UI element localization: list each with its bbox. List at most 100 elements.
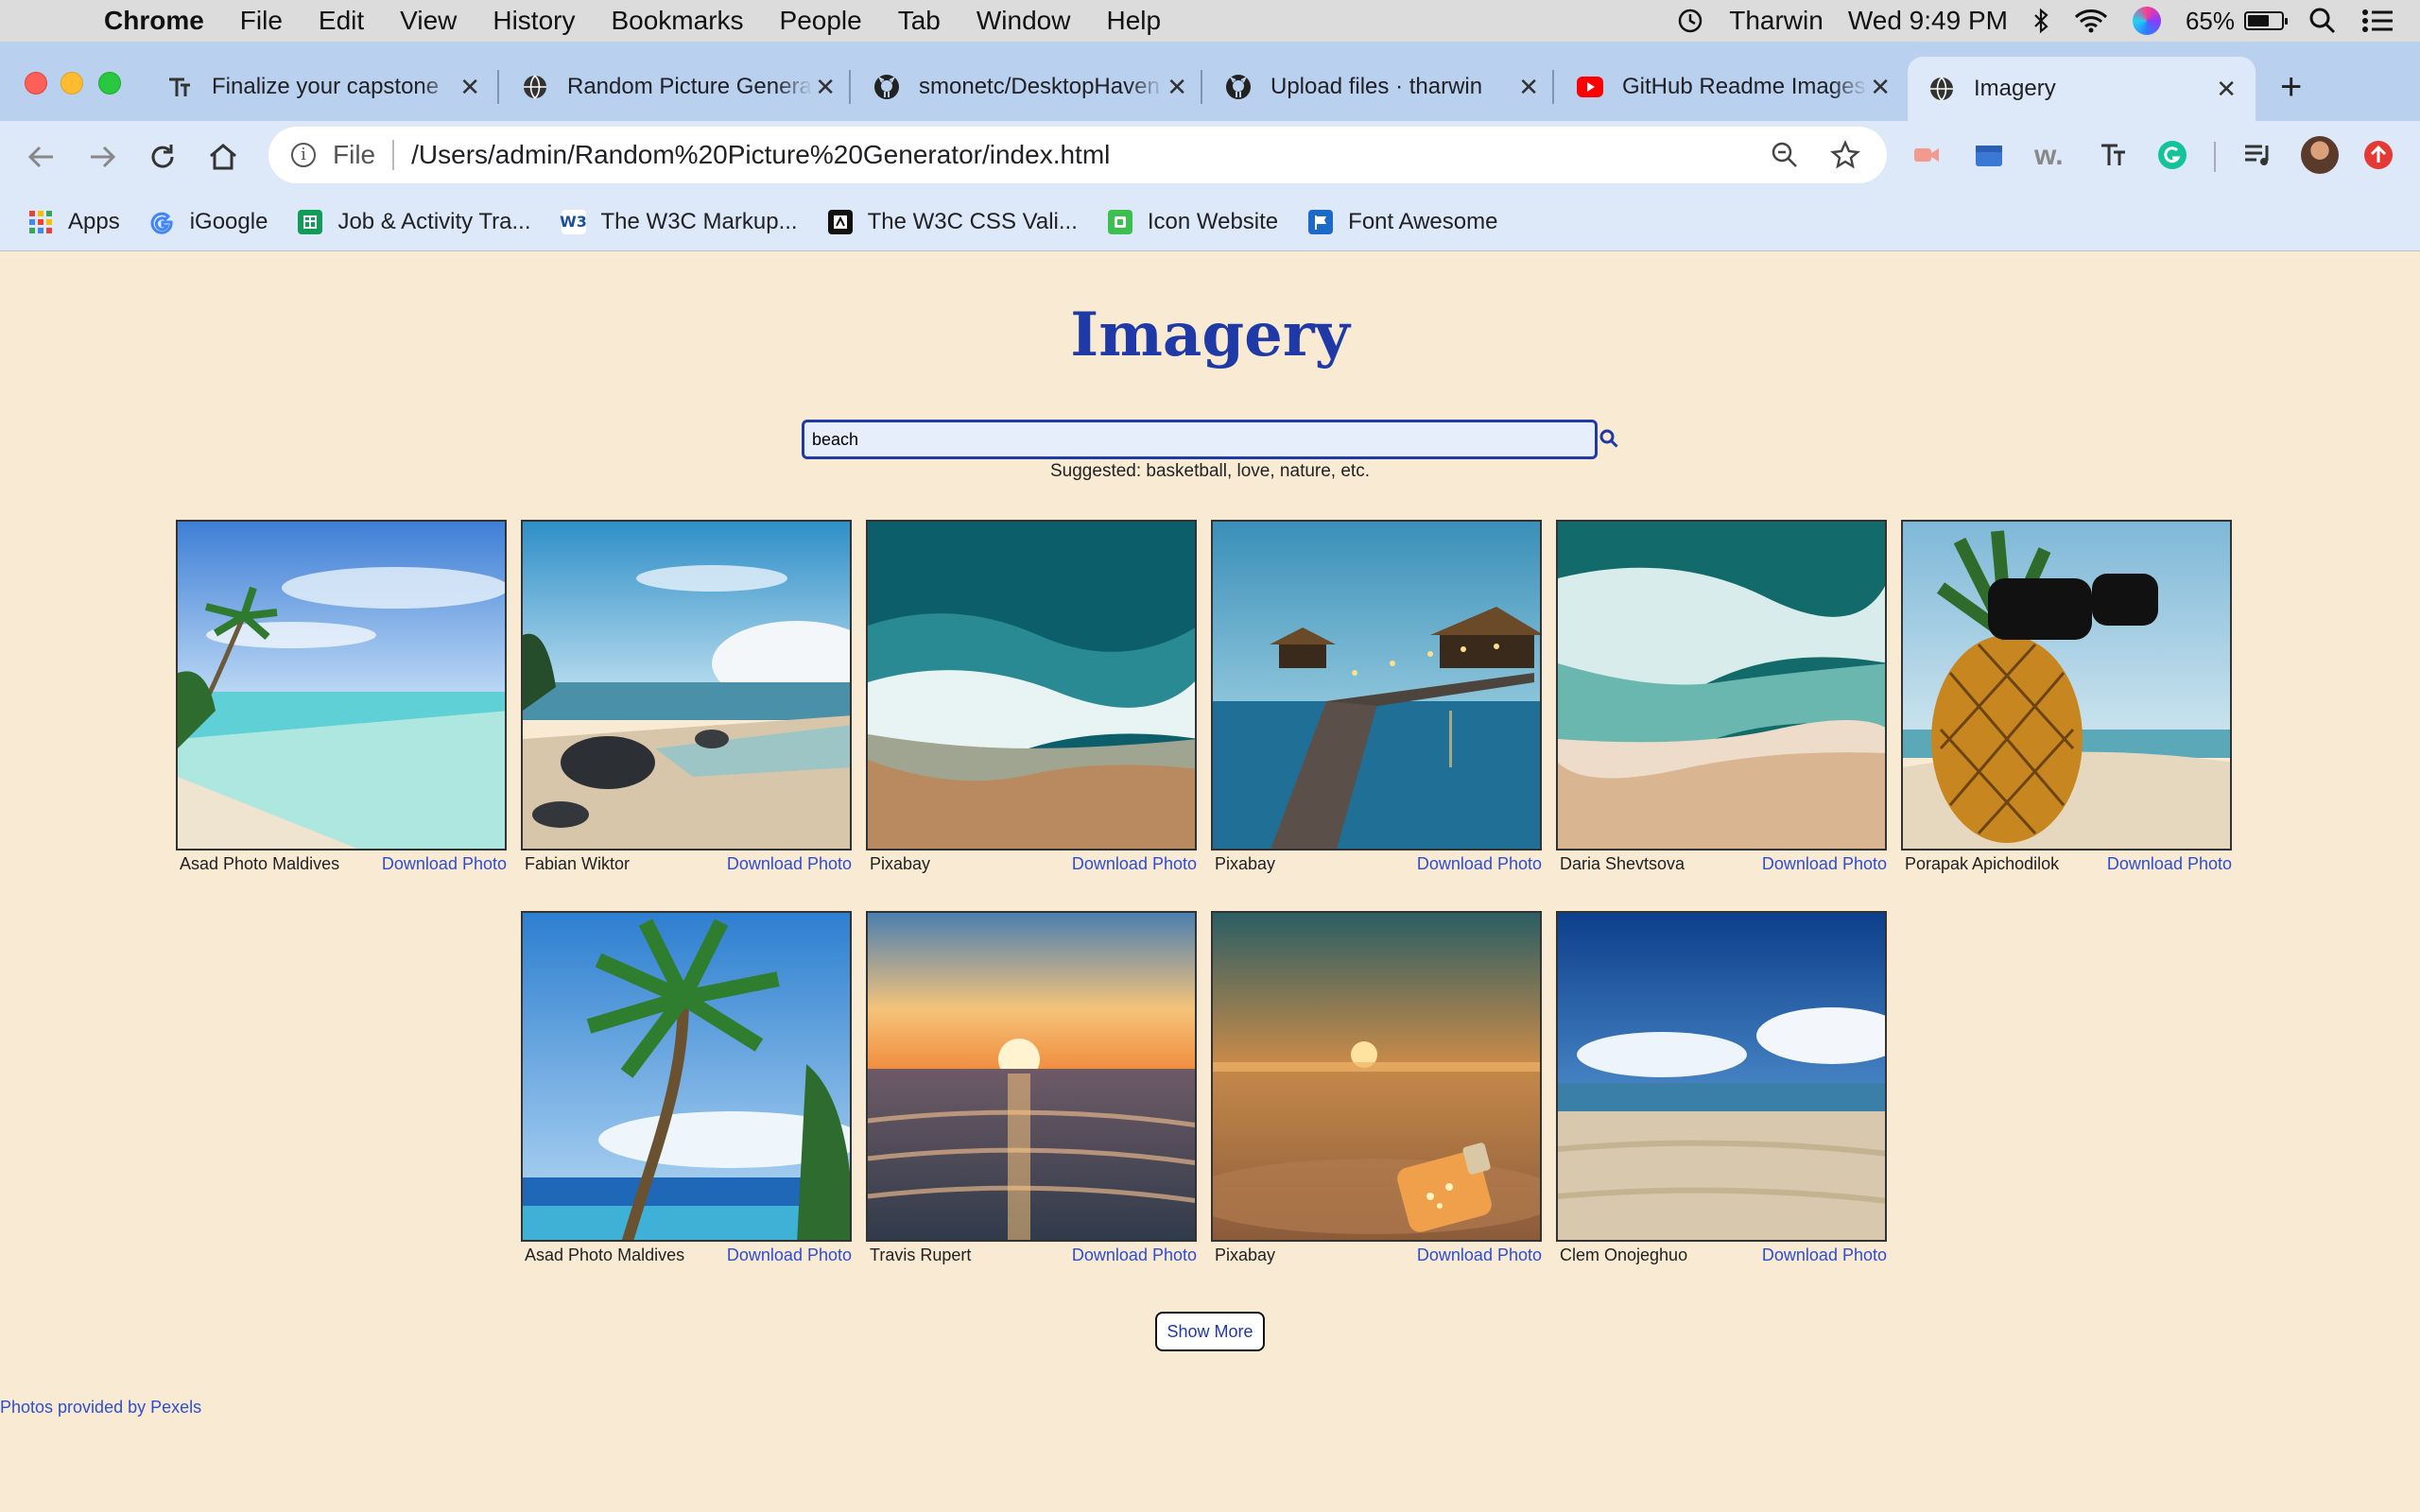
- toolbar-divider: [2214, 142, 2216, 172]
- menu-bookmarks[interactable]: Bookmarks: [611, 6, 743, 36]
- bookmark-w3c-markup[interactable]: W3 The W3C Markup...: [560, 209, 798, 235]
- photo-caption: Pixabay Download Photo: [1211, 1246, 1542, 1265]
- menu-file[interactable]: File: [240, 6, 283, 36]
- close-window-button[interactable]: [25, 72, 47, 94]
- menu-edit[interactable]: Edit: [319, 6, 364, 36]
- photo-card: Travis Rupert Download Photo: [866, 911, 1197, 1265]
- time-machine-icon[interactable]: [1676, 7, 1704, 35]
- photo-caption: Clem Onojeghuo Download Photo: [1556, 1246, 1887, 1265]
- photo-caption: Pixabay Download Photo: [866, 854, 1197, 874]
- tab-title: Finalize your capstone: [212, 74, 440, 99]
- menu-history[interactable]: History: [493, 6, 575, 36]
- zoom-window-button[interactable]: [98, 72, 121, 94]
- bookmark-job-activity-tracker[interactable]: Job & Activity Tra...: [298, 209, 531, 235]
- close-tab-icon[interactable]: ✕: [459, 73, 480, 102]
- download-photo-link[interactable]: Download Photo: [1072, 1246, 1197, 1265]
- show-more-button[interactable]: Show More: [1155, 1312, 1265, 1351]
- photo-tropical-shore[interactable]: [176, 520, 507, 850]
- google-icon: [150, 210, 175, 234]
- download-photo-link[interactable]: Download Photo: [382, 854, 507, 874]
- photo-aerial-surf[interactable]: [1556, 520, 1887, 850]
- tab-finalize-capstone[interactable]: Finalize your capstone ✕: [166, 57, 499, 117]
- control-center-icon[interactable]: [2361, 8, 2395, 34]
- address-bar[interactable]: i File /Users/admin/Random%20Picture%20G…: [268, 127, 1887, 183]
- menu-window[interactable]: Window: [977, 6, 1071, 36]
- url-text[interactable]: /Users/admin/Random%20Picture%20Generato…: [411, 140, 1110, 170]
- site-info-icon[interactable]: i: [291, 143, 316, 167]
- close-tab-icon[interactable]: ✕: [1167, 73, 1187, 102]
- download-photo-link[interactable]: Download Photo: [1762, 854, 1887, 874]
- download-photo-link[interactable]: Download Photo: [2107, 854, 2232, 874]
- siri-icon[interactable]: [2132, 7, 2161, 35]
- download-photo-link[interactable]: Download Photo: [1417, 854, 1542, 874]
- bookmark-icon-website[interactable]: Icon Website: [1107, 209, 1278, 235]
- photo-rocky-beach[interactable]: [521, 520, 852, 850]
- photo-author: Porapak Apichodilok: [1905, 854, 2060, 873]
- download-photo-link[interactable]: Download Photo: [727, 1246, 852, 1265]
- menu-tab[interactable]: Tab: [898, 6, 941, 36]
- page-title: Imagery: [1070, 300, 1350, 370]
- search-bar: [802, 420, 1618, 461]
- minimize-window-button[interactable]: [60, 72, 83, 94]
- new-tab-button[interactable]: +: [2280, 68, 2302, 106]
- profile-avatar[interactable]: [2301, 136, 2339, 174]
- download-photo-link[interactable]: Download Photo: [1072, 854, 1197, 874]
- media-controls-icon[interactable]: [2242, 140, 2273, 170]
- pexels-credit-link[interactable]: Photos provided by Pexels: [0, 1398, 201, 1418]
- menu-people[interactable]: People: [780, 6, 862, 36]
- tab-upload-files[interactable]: Upload files · tharwin ✕: [1225, 57, 1558, 117]
- menu-view[interactable]: View: [400, 6, 457, 36]
- photo-sandy-beach[interactable]: [1556, 911, 1887, 1242]
- photo-card: Pixabay Download Photo: [1211, 911, 1542, 1265]
- tab-random-picture-generator[interactable]: Random Picture Generator ✕: [522, 57, 855, 117]
- photo-bottle-sunset[interactable]: [1211, 911, 1542, 1242]
- spotlight-search-icon[interactable]: [2308, 7, 2337, 35]
- download-photo-link[interactable]: Download Photo: [727, 854, 852, 874]
- photo-pineapple-sunglasses[interactable]: [1901, 520, 2232, 850]
- close-tab-icon[interactable]: ✕: [2216, 75, 2237, 104]
- w-extension-icon[interactable]: w.: [2034, 140, 2072, 171]
- zoom-icon[interactable]: [1770, 140, 1800, 170]
- update-arrow-icon[interactable]: [2363, 140, 2394, 170]
- photo-author: Daria Shevtsova: [1560, 854, 1685, 873]
- search-icon[interactable]: [1598, 427, 1620, 450]
- bookmark-igoogle[interactable]: iGoogle: [150, 209, 268, 235]
- menu-app-name[interactable]: Chrome: [104, 6, 204, 36]
- forward-arrow-icon[interactable]: [85, 140, 119, 174]
- screen-recorder-extension-icon[interactable]: [1911, 140, 1942, 170]
- search-input[interactable]: [802, 420, 1598, 459]
- bookmark-apps[interactable]: Apps: [28, 209, 120, 235]
- back-arrow-icon[interactable]: [25, 140, 59, 174]
- close-tab-icon[interactable]: ✕: [1518, 73, 1539, 102]
- folder-extension-icon[interactable]: [1974, 140, 2004, 170]
- menu-clock[interactable]: Wed 9:49 PM: [1848, 6, 2008, 36]
- menu-user-name[interactable]: Tharwin: [1729, 6, 1824, 36]
- photo-palm-tree[interactable]: [521, 911, 852, 1242]
- tab-smonetc-desktophaven[interactable]: smonetc/DesktopHaven ✕: [873, 57, 1206, 117]
- photo-aerial-waves[interactable]: [866, 520, 1197, 850]
- photo-sunset-sea[interactable]: [866, 911, 1197, 1242]
- bookmark-w3c-css-validator[interactable]: The W3C CSS Vali...: [827, 209, 1078, 235]
- tab-imagery-active[interactable]: Imagery ✕: [1908, 57, 2256, 121]
- photo-pier-dusk[interactable]: [1211, 520, 1542, 850]
- tab-github-readme-images[interactable]: GitHub Readme Images ✕: [1577, 57, 1910, 117]
- reload-icon[interactable]: [146, 140, 180, 174]
- bookmark-star-icon[interactable]: [1830, 140, 1860, 170]
- bookmark-font-awesome[interactable]: Font Awesome: [1308, 209, 1497, 235]
- menu-help[interactable]: Help: [1106, 6, 1161, 36]
- photo-card: Clem Onojeghuo Download Photo: [1556, 911, 1887, 1265]
- scheme-label: File: [333, 140, 376, 169]
- close-tab-icon[interactable]: ✕: [815, 73, 836, 102]
- home-icon[interactable]: [206, 140, 240, 174]
- photo-author: Pixabay: [1215, 1246, 1276, 1264]
- download-photo-link[interactable]: Download Photo: [1417, 1246, 1542, 1265]
- github-icon: [873, 74, 900, 100]
- tab-title: GitHub Readme Images: [1622, 74, 1866, 99]
- wifi-icon[interactable]: [2074, 8, 2108, 34]
- download-photo-link[interactable]: Download Photo: [1762, 1246, 1887, 1265]
- bluetooth-icon[interactable]: [2032, 7, 2049, 35]
- close-tab-icon[interactable]: ✕: [1870, 73, 1891, 102]
- battery-icon[interactable]: [2244, 11, 2288, 30]
- text-t-extension-icon[interactable]: [2099, 140, 2129, 170]
- grammarly-icon[interactable]: [2157, 140, 2187, 170]
